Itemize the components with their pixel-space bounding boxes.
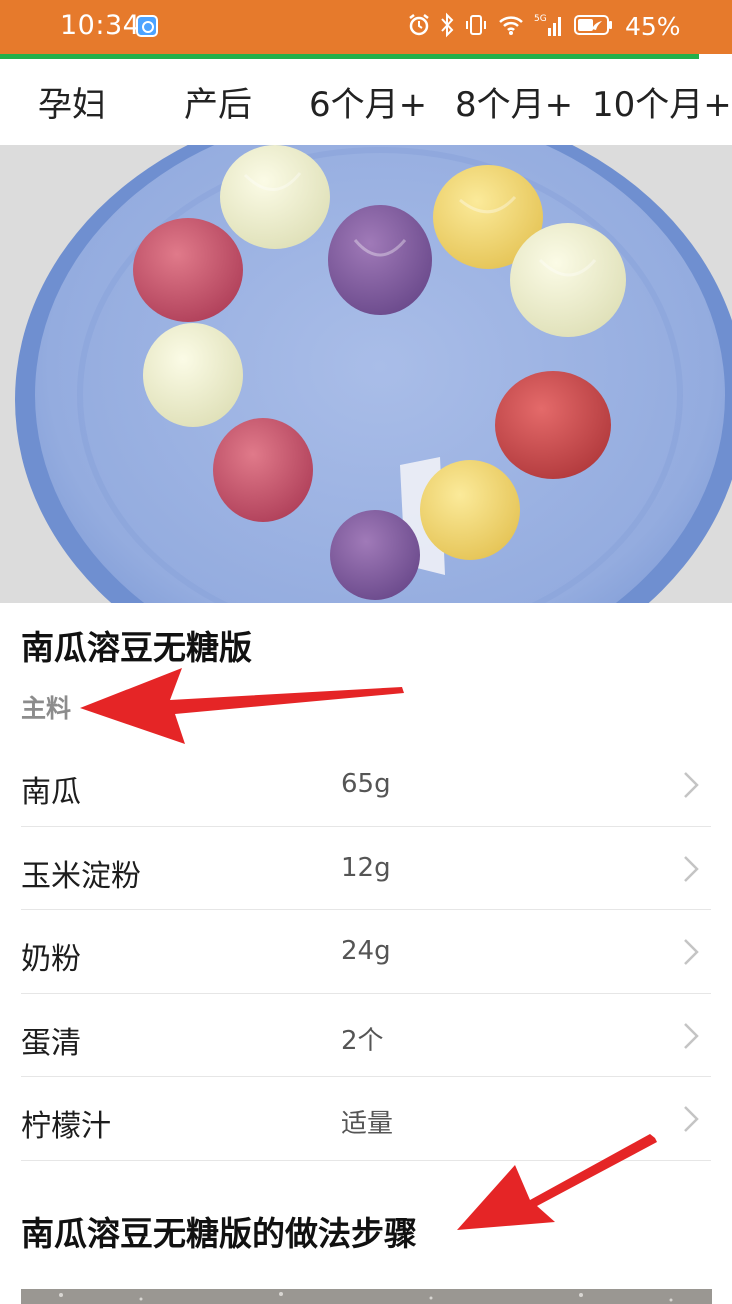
ingredient-amount: 适量 [341, 1109, 394, 1140]
chevron-right-icon [684, 939, 699, 966]
ingredient-amount: 24g [341, 936, 391, 967]
recipe-photo [0, 145, 732, 603]
tab-postpartum[interactable]: 产后 [184, 77, 252, 126]
ingredient-row-milk-powder[interactable]: 奶粉 24g [21, 910, 711, 994]
battery-percent: 45% [625, 12, 681, 41]
ingredient-row-lemon-juice[interactable]: 柠檬汁 适量 [21, 1077, 711, 1161]
ingredient-amount: 65g [341, 769, 391, 799]
vibrate-icon [466, 15, 486, 35]
category-tabs: 孕妇 产后 6个月+ 8个月+ 10个月+ [0, 60, 732, 145]
ingredient-list: 南瓜 65g 玉米淀粉 12g 奶粉 24g 蛋清 2个 柠檬汁 适量 [21, 743, 711, 1161]
ingredient-row-egg-white[interactable]: 蛋清 2个 [21, 994, 711, 1078]
page-load-progress-fill [0, 54, 700, 59]
ingredient-name: 柠檬汁 [21, 1109, 111, 1145]
status-icons: 5G [408, 12, 614, 38]
ingredient-name: 南瓜 [21, 775, 81, 810]
ingredient-row-corn-starch[interactable]: 玉米淀粉 12g [21, 827, 711, 911]
step-photo [21, 1289, 712, 1304]
svg-text:5G: 5G [534, 14, 547, 24]
battery-icon [574, 15, 612, 35]
chevron-right-icon [684, 1106, 699, 1133]
search-app-icon [136, 15, 158, 37]
annotation-arrow-ingredients [80, 668, 404, 744]
ingredient-name: 蛋清 [21, 1025, 81, 1061]
bluetooth-icon [441, 12, 454, 38]
ingredient-name: 奶粉 [21, 942, 81, 978]
chevron-right-icon [684, 772, 699, 798]
page-load-progress [0, 54, 732, 59]
main-ingredients-label: 主料 [21, 694, 72, 723]
steps-title: 南瓜溶豆无糖版的做法步骤 [21, 1214, 417, 1253]
recipe-title: 南瓜溶豆无糖版 [21, 628, 252, 667]
tab-pregnant[interactable]: 孕妇 [38, 77, 106, 126]
ingredient-row-pumpkin[interactable]: 南瓜 65g [21, 743, 711, 827]
ingredient-name: 玉米淀粉 [21, 858, 141, 894]
tab-6-months[interactable]: 6个月+ [309, 77, 427, 126]
tab-8-months[interactable]: 8个月+ [455, 77, 573, 126]
wifi-icon [499, 16, 523, 35]
ingredient-amount: 12g [341, 852, 391, 883]
tab-10-months[interactable]: 10个月+ [592, 77, 732, 126]
status-bar: 10:34 5G 45% [0, 0, 732, 54]
chevron-right-icon [684, 1022, 699, 1049]
signal-5g-icon: 5G [534, 14, 561, 36]
ingredient-amount: 2个 [341, 1025, 384, 1056]
alarm-icon [409, 14, 429, 36]
status-time: 10:34 [60, 10, 141, 41]
chevron-right-icon [684, 855, 699, 882]
